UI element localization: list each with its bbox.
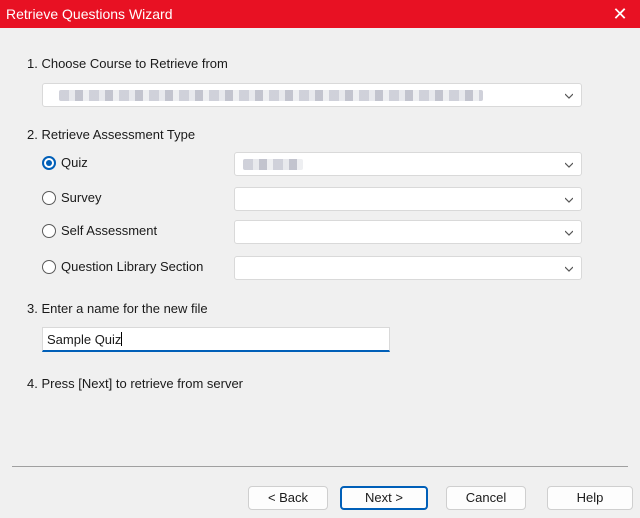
course-select[interactable] bbox=[42, 83, 582, 107]
redacted-quiz-name bbox=[243, 159, 303, 170]
radio-survey[interactable] bbox=[42, 191, 56, 205]
radio-survey-label: Survey bbox=[61, 190, 102, 205]
radio-quiz-label: Quiz bbox=[61, 155, 88, 170]
step-2-label: 2. Retrieve Assessment Type bbox=[27, 127, 196, 142]
back-button[interactable]: < Back bbox=[248, 486, 328, 510]
radio-question-library[interactable] bbox=[42, 260, 56, 274]
footer-divider bbox=[12, 466, 628, 467]
radio-self-assessment-label: Self Assessment bbox=[61, 223, 158, 238]
question-library-select[interactable] bbox=[234, 256, 582, 280]
chevron-down-icon bbox=[565, 266, 573, 272]
chevron-down-icon bbox=[565, 197, 573, 203]
chevron-down-icon bbox=[565, 93, 573, 99]
survey-select[interactable] bbox=[234, 187, 582, 211]
chevron-down-icon bbox=[565, 230, 573, 236]
filename-input[interactable]: Sample Quiz bbox=[42, 327, 390, 352]
step-1-label: 1. Choose Course to Retrieve from bbox=[27, 56, 228, 71]
title-bar: Retrieve Questions Wizard ✕ bbox=[0, 0, 640, 28]
quiz-select[interactable] bbox=[234, 152, 582, 176]
close-icon[interactable]: ✕ bbox=[600, 0, 640, 28]
step-4-label: 4. Press [Next] to retrieve from server bbox=[27, 376, 244, 391]
text-caret bbox=[121, 332, 123, 346]
next-button[interactable]: Next > bbox=[340, 486, 428, 510]
radio-quiz[interactable] bbox=[42, 156, 56, 170]
help-button[interactable]: Help bbox=[547, 486, 633, 510]
self-assessment-select[interactable] bbox=[234, 220, 582, 244]
cancel-button[interactable]: Cancel bbox=[446, 486, 526, 510]
filename-value: Sample Quiz bbox=[47, 332, 122, 347]
redacted-course-name bbox=[59, 90, 483, 101]
radio-question-library-label: Question Library Section bbox=[61, 259, 204, 274]
radio-self-assessment[interactable] bbox=[42, 224, 56, 238]
window-title: Retrieve Questions Wizard bbox=[6, 6, 173, 22]
step-3-label: 3. Enter a name for the new file bbox=[27, 301, 208, 316]
chevron-down-icon bbox=[565, 162, 573, 168]
